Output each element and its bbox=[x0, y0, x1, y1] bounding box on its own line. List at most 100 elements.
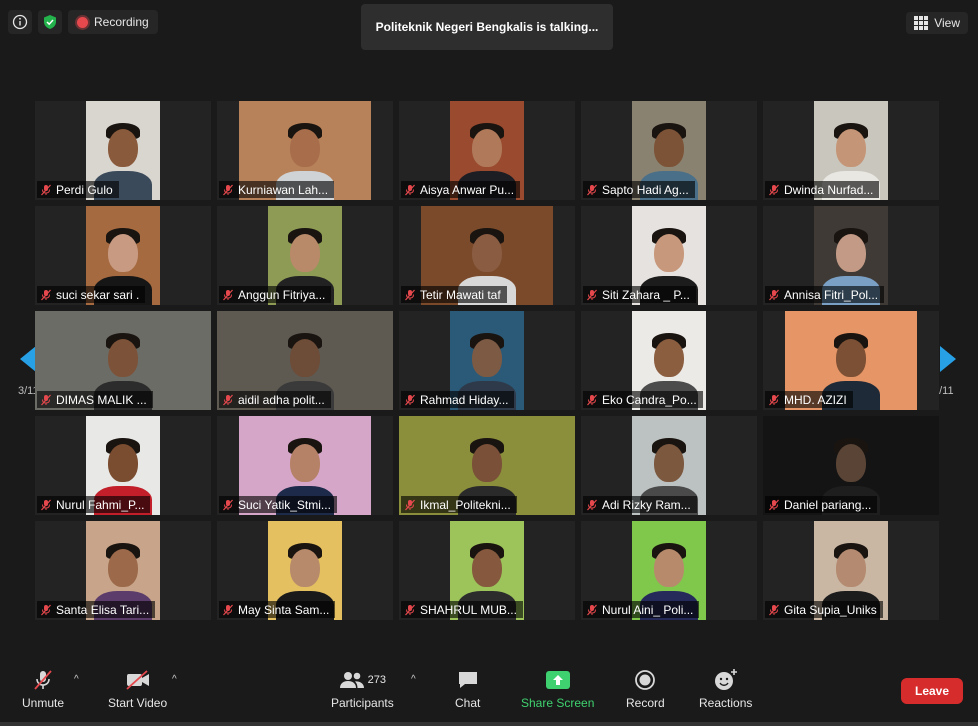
muted-microphone-icon bbox=[34, 670, 52, 690]
participant-tile[interactable]: Daniel pariang... bbox=[763, 416, 939, 515]
muted-mic-icon bbox=[769, 499, 779, 510]
participant-face bbox=[108, 549, 138, 587]
security-shield-button[interactable] bbox=[38, 10, 62, 34]
participant-tile[interactable]: Anggun Fitriya... bbox=[217, 206, 393, 305]
muted-mic-icon bbox=[405, 289, 415, 300]
muted-mic-icon bbox=[769, 394, 779, 405]
unmute-label: Unmute bbox=[22, 696, 65, 710]
start-video-button[interactable]: Start Video bbox=[108, 668, 167, 710]
reactions-button[interactable]: Reactions bbox=[699, 668, 752, 710]
share-screen-icon bbox=[545, 671, 570, 689]
participant-face bbox=[108, 234, 138, 272]
participant-tile[interactable]: aidil adha polit... bbox=[217, 311, 393, 410]
top-left-controls: Recording bbox=[8, 10, 158, 34]
participant-tile[interactable]: Aisya Anwar Pu... bbox=[399, 101, 575, 200]
participant-tile[interactable]: Dwinda Nurfad... bbox=[763, 101, 939, 200]
participant-face bbox=[836, 339, 866, 377]
view-button[interactable]: View bbox=[906, 12, 968, 34]
participant-face bbox=[836, 549, 866, 587]
participant-tile[interactable]: DIMAS MALIK ... bbox=[35, 311, 211, 410]
video-options-caret-icon[interactable]: ^ bbox=[172, 674, 177, 685]
participant-tile[interactable]: Santa Elisa Tari... bbox=[35, 521, 211, 620]
participant-tile[interactable]: Annisa Fitri_Pol... bbox=[763, 206, 939, 305]
chat-bubble-icon bbox=[458, 672, 477, 688]
participant-tile[interactable]: Siti Zahara _ P... bbox=[581, 206, 757, 305]
participant-face bbox=[472, 444, 502, 482]
participant-name-bar: Perdi Gulo bbox=[37, 181, 119, 198]
share-screen-label: Share Screen bbox=[521, 696, 595, 710]
recording-dot-icon bbox=[77, 16, 88, 28]
participant-name: Anggun Fitriya... bbox=[238, 287, 326, 302]
participant-face bbox=[108, 129, 138, 167]
participant-tile[interactable]: Nurul Aini_ Poli... bbox=[581, 521, 757, 620]
muted-mic-icon bbox=[223, 604, 233, 615]
participant-name: Suci Yatik_Stmi... bbox=[238, 497, 331, 512]
participant-name: Aisya Anwar Pu... bbox=[420, 182, 515, 197]
leave-button[interactable]: Leave bbox=[901, 678, 963, 704]
participant-name-bar: Ikmal_Politekni... bbox=[401, 496, 517, 513]
participant-tile[interactable]: Rahmad Hiday... bbox=[399, 311, 575, 410]
participant-face bbox=[290, 549, 320, 587]
audio-options-caret-icon[interactable]: ^ bbox=[74, 674, 79, 685]
grid-icon bbox=[914, 16, 929, 30]
participant-tile[interactable]: Eko Candra_Po... bbox=[581, 311, 757, 410]
participant-name: Santa Elisa Tari... bbox=[56, 602, 150, 617]
participant-tile[interactable]: Gita Supia_Uniks bbox=[763, 521, 939, 620]
chat-button[interactable]: Chat bbox=[455, 668, 480, 710]
participant-face bbox=[836, 129, 866, 167]
participant-tile[interactable]: Perdi Gulo bbox=[35, 101, 211, 200]
participant-name-bar: Siti Zahara _ P... bbox=[583, 286, 696, 303]
info-icon bbox=[12, 14, 28, 30]
unmute-button[interactable]: Unmute bbox=[22, 668, 64, 710]
muted-mic-icon bbox=[41, 184, 51, 195]
participants-button[interactable]: 273 Participants bbox=[331, 668, 394, 710]
next-page-arrow-icon[interactable] bbox=[940, 346, 956, 372]
participant-face bbox=[472, 549, 502, 587]
participant-name-bar: Aisya Anwar Pu... bbox=[401, 181, 521, 198]
share-screen-button[interactable]: Share Screen bbox=[521, 668, 594, 710]
participant-face bbox=[290, 444, 320, 482]
participant-name: SHAHRUL MUB... bbox=[420, 602, 517, 617]
participant-face bbox=[654, 444, 684, 482]
muted-mic-icon bbox=[405, 604, 415, 615]
participant-name: Kurniawan Lah... bbox=[238, 182, 329, 197]
participant-tile[interactable]: Adi Rizky Ram... bbox=[581, 416, 757, 515]
participant-face bbox=[290, 339, 320, 377]
participant-name-bar: MHD. AZIZI bbox=[765, 391, 853, 408]
muted-mic-icon bbox=[587, 499, 597, 510]
meeting-info-button[interactable] bbox=[8, 10, 32, 34]
participant-tile[interactable]: Ikmal_Politekni... bbox=[399, 416, 575, 515]
participant-name: Perdi Gulo bbox=[56, 182, 113, 197]
participant-face bbox=[654, 549, 684, 587]
participant-tile[interactable]: MHD. AZIZI bbox=[763, 311, 939, 410]
muted-mic-icon bbox=[587, 184, 597, 195]
participant-name-bar: Tetir Mawati taf bbox=[401, 286, 507, 303]
participant-name: May Sinta Sam... bbox=[238, 602, 330, 617]
recording-indicator[interactable]: Recording bbox=[68, 10, 158, 34]
participant-tile[interactable]: May Sinta Sam... bbox=[217, 521, 393, 620]
participant-tile[interactable]: Tetir Mawati taf bbox=[399, 206, 575, 305]
participant-tile[interactable]: SHAHRUL MUB... bbox=[399, 521, 575, 620]
participant-name: Daniel pariang... bbox=[784, 497, 872, 512]
shield-icon bbox=[44, 15, 56, 29]
record-button[interactable]: Record bbox=[626, 668, 665, 710]
participant-tile[interactable]: Nurul Fahmi_P... bbox=[35, 416, 211, 515]
participant-name: Tetir Mawati taf bbox=[420, 287, 501, 302]
muted-mic-icon bbox=[405, 184, 415, 195]
participant-name: Siti Zahara _ P... bbox=[602, 287, 690, 302]
muted-mic-icon bbox=[769, 289, 779, 300]
participant-face bbox=[654, 234, 684, 272]
participant-name: Nurul Fahmi_P... bbox=[56, 497, 145, 512]
participant-name-bar: suci sekar sari . bbox=[37, 286, 146, 303]
participant-tile[interactable]: Kurniawan Lah... bbox=[217, 101, 393, 200]
taskbar-edge bbox=[0, 722, 978, 726]
participant-face bbox=[836, 444, 866, 482]
participant-tile[interactable]: Sapto Hadi Ag... bbox=[581, 101, 757, 200]
participant-tile[interactable]: Suci Yatik_Stmi... bbox=[217, 416, 393, 515]
participant-name-bar: Adi Rizky Ram... bbox=[583, 496, 697, 513]
previous-page-arrow-icon[interactable] bbox=[20, 346, 36, 372]
participant-tile[interactable]: suci sekar sari . bbox=[35, 206, 211, 305]
participants-options-caret-icon[interactable]: ^ bbox=[411, 674, 416, 685]
active-speaker-text: Politeknik Negeri Bengkalis is talking..… bbox=[375, 20, 599, 34]
participant-name-bar: SHAHRUL MUB... bbox=[401, 601, 523, 618]
